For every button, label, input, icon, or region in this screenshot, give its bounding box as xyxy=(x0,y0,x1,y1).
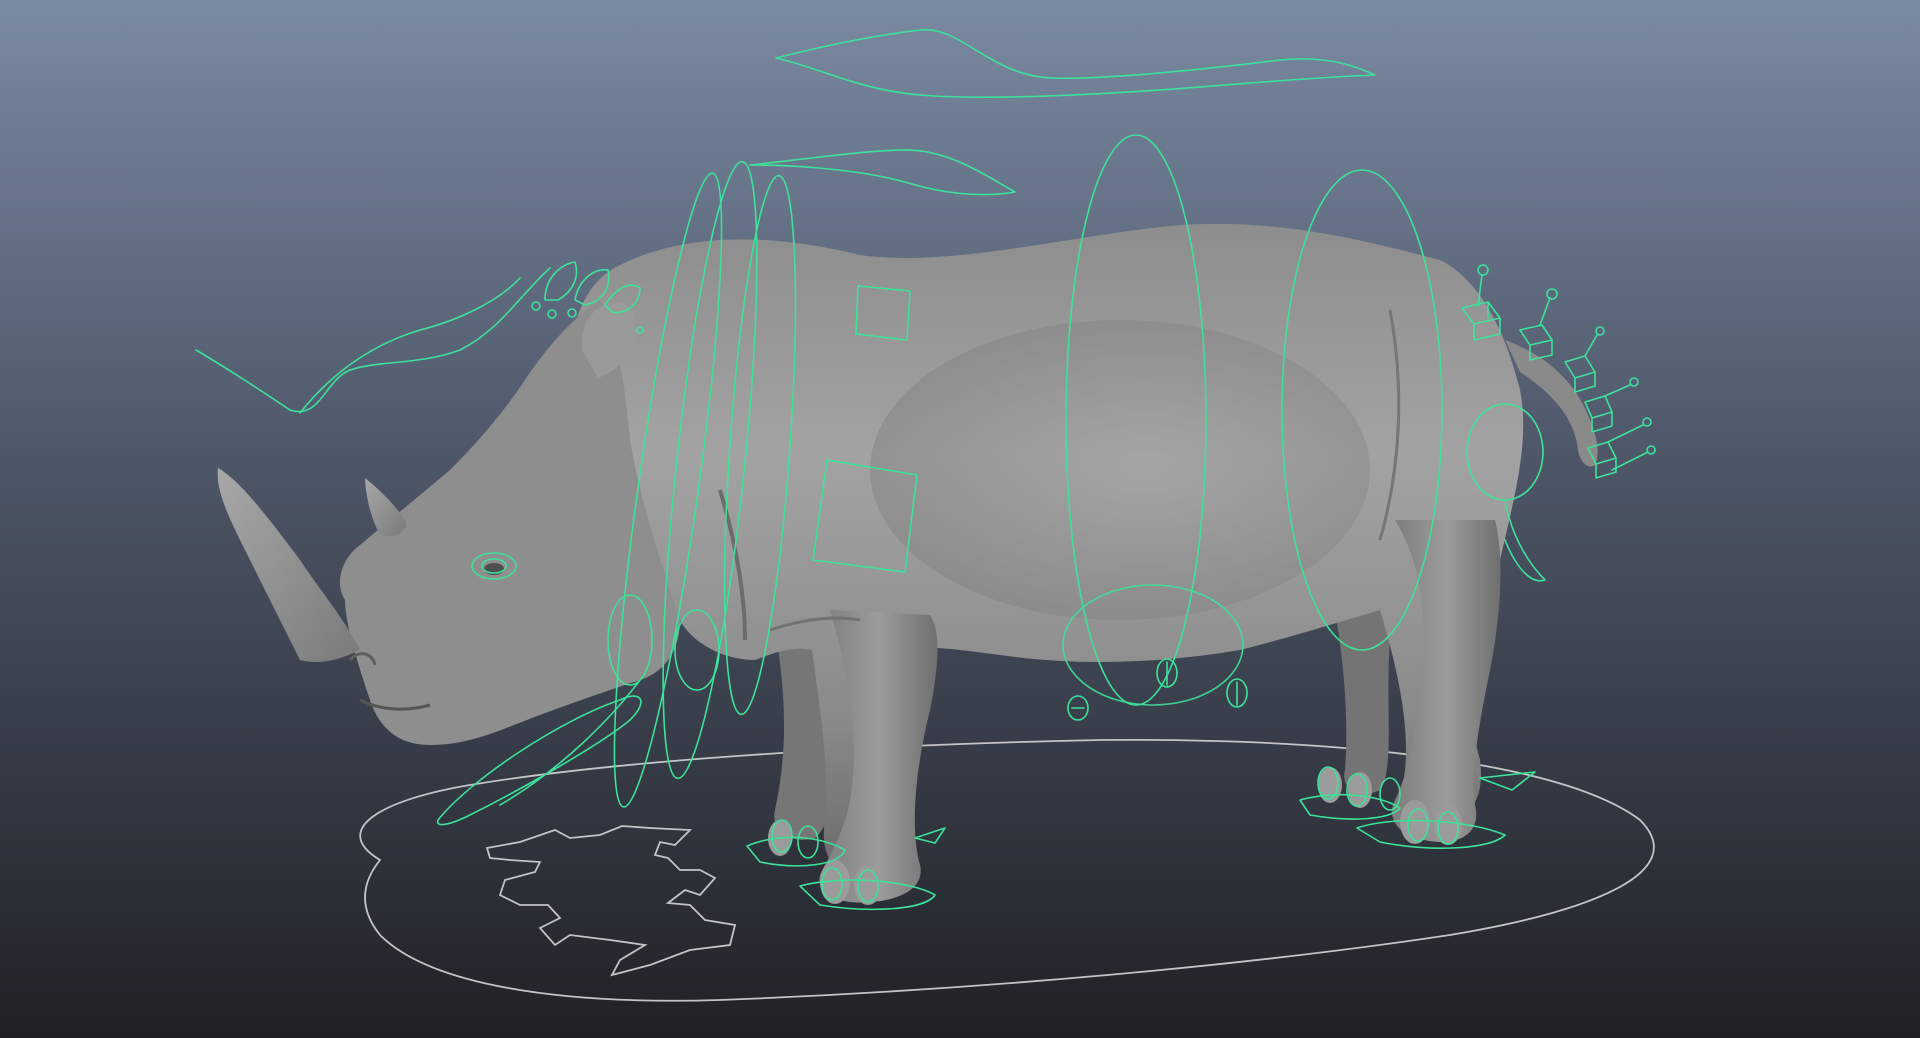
viewport-canvas[interactable] xyxy=(0,0,1920,1038)
rhino-belly-shade xyxy=(870,320,1370,620)
maya-viewport[interactable] xyxy=(0,0,1920,1038)
